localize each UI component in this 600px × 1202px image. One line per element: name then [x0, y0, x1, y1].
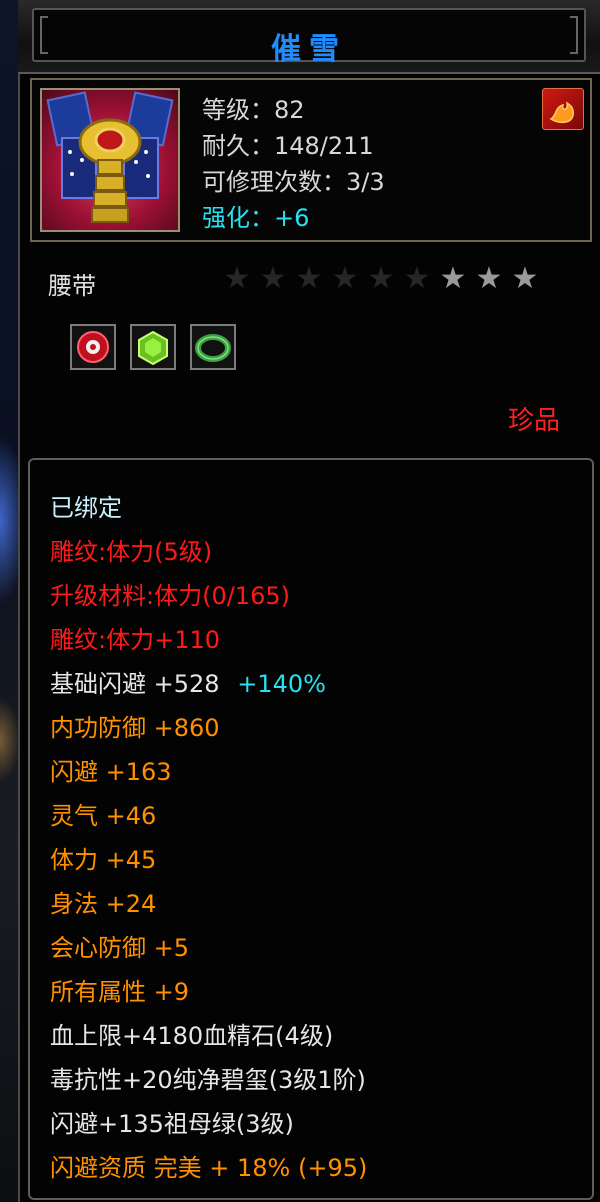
star-rating: ★ ★ ★ ★ ★ ★ ★ ★ ★: [222, 264, 540, 294]
star-icon: ★: [331, 261, 359, 296]
base-dodge-line: 基础闪避 +528 +140%: [50, 664, 326, 699]
item-name: 催雪: [271, 32, 347, 67]
item-header: 等级：82 耐久：148/211 可修理次数：3/3 强化：+6: [30, 78, 592, 242]
inner-defense-line: 内功防御 +860: [50, 714, 220, 742]
repair-count-text: 可修理次数：3/3: [202, 168, 385, 196]
base-dodge-extra: +140%: [237, 670, 326, 698]
star-icon: ★: [295, 261, 323, 296]
star-icon: ★: [259, 261, 287, 296]
attribute-box: 已绑定 雕纹:体力(5级) 升级材料:体力(0/165) 雕纹:体力+110 基…: [28, 458, 594, 1200]
base-dodge-value: 基础闪避 +528: [50, 670, 220, 698]
star-icon: ★: [475, 261, 503, 296]
bound-status: 已绑定: [50, 494, 122, 522]
upgrade-material-line: 升级材料:体力(0/165): [50, 582, 290, 610]
gem-sockets: [70, 324, 236, 370]
durability-text: 耐久：148/211: [202, 132, 374, 160]
dodge-gem-line: 闪避+135祖母绿(3级): [50, 1110, 294, 1138]
engrave-line: 雕纹:体力(5级): [50, 538, 213, 566]
dodge-line: 闪避 +163: [50, 758, 172, 786]
rarity-label: 珍品: [507, 406, 560, 436]
all-attr-line: 所有属性 +9: [50, 978, 190, 1006]
red-gem-icon[interactable]: [70, 324, 116, 370]
star-icon: ★: [367, 261, 395, 296]
green-ring-gem-icon[interactable]: [190, 324, 236, 370]
star-icon: ★: [511, 261, 539, 296]
engrave-bonus-line: 雕纹:体力+110: [50, 626, 221, 654]
title-bar: 催雪: [18, 0, 600, 74]
agility-line: 身法 +24: [50, 890, 157, 918]
hp-gem-line: 血上限+4180血精石(4级): [50, 1022, 334, 1050]
star-icon: ★: [403, 261, 431, 296]
level-text: 等级：82: [202, 96, 305, 124]
enhance-text: 强化：+6: [202, 204, 310, 232]
star-icon: ★: [223, 261, 251, 296]
item-category: 腰带: [48, 272, 96, 300]
crit-defense-line: 会心防御 +5: [50, 934, 190, 962]
dodge-quality-line: 闪避资质 完美 + 18% (+95): [50, 1154, 368, 1182]
star-icon: ★: [439, 261, 467, 296]
fire-element-icon: [542, 88, 584, 130]
title-frame: 催雪: [32, 8, 586, 67]
belt-icon: [40, 88, 180, 232]
poison-gem-line: 毒抗性+20纯净碧玺(3级1阶): [50, 1066, 366, 1094]
spirit-line: 灵气 +46: [50, 802, 157, 830]
stamina-line: 体力 +45: [50, 846, 157, 874]
green-cube-gem-icon[interactable]: [130, 324, 176, 370]
